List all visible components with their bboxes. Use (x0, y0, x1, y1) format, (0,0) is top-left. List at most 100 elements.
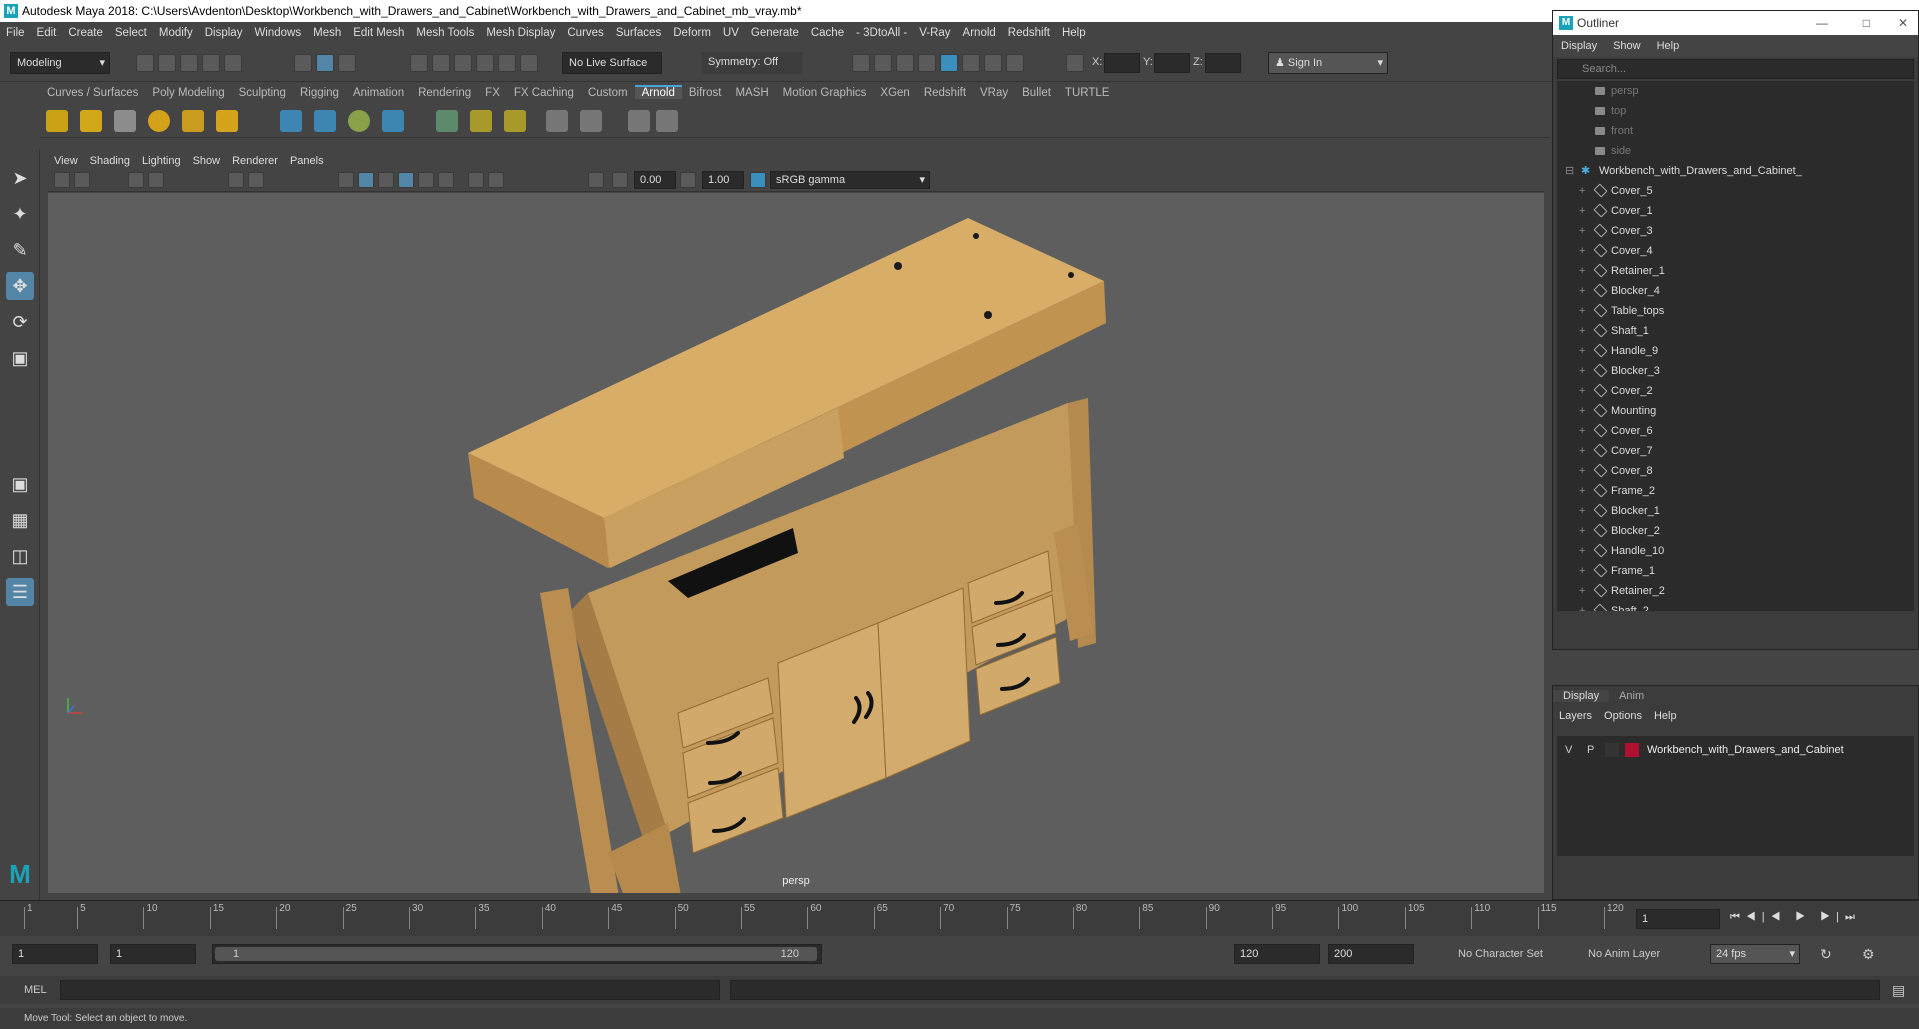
film-gate-icon[interactable] (248, 172, 264, 188)
flush-caches-icon[interactable] (504, 110, 526, 132)
snap-grid-icon[interactable] (410, 54, 428, 72)
paint-select-icon[interactable]: ✎ (6, 236, 34, 264)
render-frame-icon[interactable] (852, 54, 870, 72)
expand-icon[interactable]: + (1579, 521, 1585, 541)
time-slider[interactable]: 1 5 10 15 20 25 30 35 40 45 50 55 60 65 70 75 80 85 90 95 10… (0, 900, 1919, 936)
end-frame-field[interactable]: 120 (1234, 944, 1320, 964)
exposure-icon[interactable] (612, 172, 628, 188)
snap-view-icon[interactable] (476, 54, 494, 72)
outliner-item[interactable]: + Cover_5 (1557, 181, 1914, 201)
expand-icon[interactable]: + (1579, 241, 1585, 261)
anim-start-field[interactable]: 1 (110, 944, 196, 964)
close-icon[interactable]: ✕ (1898, 11, 1908, 35)
outliner-menu-display[interactable]: Display (1553, 40, 1605, 52)
shelf-tab-custom[interactable]: Custom (581, 87, 635, 99)
maximize-icon[interactable]: □ (1863, 11, 1870, 35)
playback-controls[interactable]: ⏮◀|◀ ▶ ▶|⏭ (1730, 911, 1861, 924)
layer-type-toggle[interactable] (1605, 743, 1619, 757)
outliner-layout-icon[interactable]: ☰ (6, 578, 34, 606)
expand-icon[interactable]: + (1579, 541, 1585, 561)
fps-select[interactable]: 24 fps ▾ (1710, 944, 1800, 964)
expand-icon[interactable]: + (1579, 401, 1585, 421)
outliner-item-camera[interactable]: persp (1557, 81, 1914, 101)
time-ruler[interactable]: 1 5 10 15 20 25 30 35 40 45 50 55 60 65 70 75 80 85 90 95 10… (24, 901, 1624, 937)
shadows-icon[interactable] (438, 172, 454, 188)
render-settings-icon[interactable] (918, 54, 936, 72)
layer-menu-options[interactable]: Options (1598, 710, 1648, 722)
menu-deform[interactable]: Deform (667, 27, 717, 39)
outliner-item-root[interactable]: ⊟ ✱ Workbench_with_Drawers_and_Cabinet_ (1557, 161, 1914, 181)
area-light-icon[interactable] (46, 110, 68, 132)
layer-menu-help[interactable]: Help (1648, 710, 1683, 722)
isolate-select-icon[interactable] (588, 172, 604, 188)
menu-curves[interactable]: Curves (561, 27, 609, 39)
panel-menu-show[interactable]: Show (187, 155, 227, 167)
use-all-lights-icon[interactable] (418, 172, 434, 188)
play-render-icon[interactable] (656, 110, 678, 132)
outliner-item[interactable]: + Cover_7 (1557, 441, 1914, 461)
outliner-item[interactable]: + Blocker_1 (1557, 501, 1914, 521)
transform-mode-icon[interactable] (1066, 54, 1084, 72)
sign-in-button[interactable]: ♟ Sign In ▾ (1268, 52, 1388, 74)
menu-file[interactable]: File (0, 27, 31, 39)
mel-label[interactable]: MEL (24, 984, 47, 996)
open-scene-icon[interactable] (158, 54, 176, 72)
layer-playback-toggle[interactable]: P (1587, 740, 1594, 760)
ipr-render-icon[interactable] (896, 54, 914, 72)
scale-tool-icon[interactable]: ▣ (6, 344, 34, 372)
menu-mesh-display[interactable]: Mesh Display (480, 27, 561, 39)
shelf-tab-vray[interactable]: VRay (973, 87, 1015, 99)
menu-arnold[interactable]: Arnold (957, 27, 1002, 39)
camera-attributes-icon[interactable] (54, 172, 70, 188)
y-field[interactable] (1154, 53, 1190, 73)
txmanager-icon[interactable] (436, 110, 458, 132)
minimize-icon[interactable]: — (1816, 11, 1828, 35)
layer-row[interactable]: V P Workbench_with_Drawers_and_Cabinet (1557, 740, 1914, 760)
expand-icon[interactable]: + (1579, 461, 1585, 481)
shelf-tab-bifrost[interactable]: Bifrost (682, 87, 729, 99)
eye-icon[interactable] (628, 110, 650, 132)
shelf-tab-arnold[interactable]: Arnold (634, 85, 682, 99)
expand-icon[interactable]: + (1579, 581, 1585, 601)
render-view-arnold-icon[interactable] (580, 110, 602, 132)
standin-icon[interactable] (280, 110, 302, 132)
menu-mesh-tools[interactable]: Mesh Tools (410, 27, 480, 39)
expand-icon[interactable]: + (1579, 301, 1585, 321)
current-frame-field[interactable]: 1 (1636, 909, 1720, 929)
outliner-item[interactable]: + Handle_10 (1557, 541, 1914, 561)
select-object-icon[interactable] (316, 54, 334, 72)
color-management-icon[interactable] (750, 172, 766, 188)
outliner-item[interactable]: + Cover_1 (1557, 201, 1914, 221)
redo-icon[interactable] (224, 54, 242, 72)
outliner-item[interactable]: + Shaft_1 (1557, 321, 1914, 341)
textured-icon[interactable] (398, 172, 414, 188)
menu-uv[interactable]: UV (717, 27, 745, 39)
anim-end-field[interactable]: 200 (1328, 944, 1414, 964)
select-tool-icon[interactable]: ➤ (6, 164, 34, 192)
menu-mesh[interactable]: Mesh (307, 27, 347, 39)
panel-menu-view[interactable]: View (48, 155, 84, 167)
expand-icon[interactable]: + (1579, 281, 1585, 301)
menu-create[interactable]: Create (62, 27, 109, 39)
wireframe-icon[interactable] (338, 172, 354, 188)
outliner-item[interactable]: + Blocker_4 (1557, 281, 1914, 301)
outliner-item[interactable]: + Cover_4 (1557, 241, 1914, 261)
shelf-tab-animation[interactable]: Animation (346, 87, 411, 99)
light-portal-icon[interactable] (182, 110, 204, 132)
outliner-item-camera[interactable]: top (1557, 101, 1914, 121)
outliner-list[interactable]: persp top front side ⊟ ✱ Workbench_with_Drawer… (1557, 81, 1914, 611)
range-bar[interactable]: 1 120 (212, 944, 822, 964)
panel-menu-shading[interactable]: Shading (84, 155, 136, 167)
menu-surfaces[interactable]: Surfaces (610, 27, 667, 39)
render-ipr-icon[interactable] (546, 110, 568, 132)
menu-edit[interactable]: Edit (31, 27, 63, 39)
outliner-item[interactable]: + Retainer_1 (1557, 261, 1914, 281)
expand-icon[interactable]: + (1579, 201, 1585, 221)
outliner-item[interactable]: + Blocker_3 (1557, 361, 1914, 381)
script-editor-icon[interactable]: ▤ (1892, 982, 1905, 999)
render-sequence-icon[interactable] (874, 54, 892, 72)
menu-select[interactable]: Select (109, 27, 153, 39)
undo-icon[interactable] (202, 54, 220, 72)
menu-edit-mesh[interactable]: Edit Mesh (347, 27, 410, 39)
layer-color-swatch[interactable] (1625, 743, 1639, 757)
